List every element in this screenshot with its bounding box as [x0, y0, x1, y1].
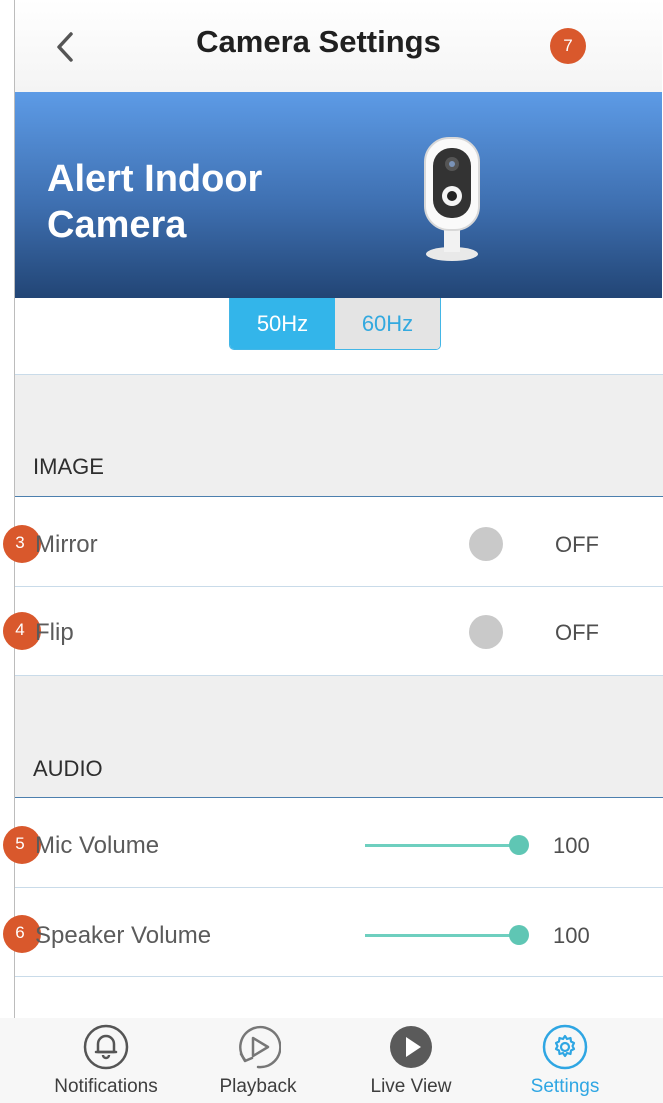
volume-value: 100 [553, 923, 590, 948]
speaker-volume-slider[interactable] [365, 934, 519, 937]
camera-banner: Alert Indoor Camera [14, 92, 662, 298]
camera-name: Alert Indoor Camera [47, 158, 263, 246]
tab-label: Notifications [54, 1076, 158, 1097]
volume-value: 100 [553, 833, 590, 858]
divider [15, 976, 663, 977]
tab-live-view[interactable]: Live View [358, 1018, 464, 1103]
tab-settings[interactable]: Settings [515, 1018, 615, 1103]
setting-label: Speaker Volume [35, 922, 212, 949]
tab-notifications[interactable]: Notifications [46, 1018, 166, 1103]
audio-section-header [15, 676, 663, 797]
divider [15, 586, 663, 587]
frequency-option-50hz[interactable]: 50Hz [230, 298, 335, 349]
flip-toggle[interactable] [469, 615, 503, 649]
callout-badge-number: 4 [15, 620, 25, 639]
mirror-toggle[interactable] [469, 527, 503, 561]
mic-volume-slider-thumb[interactable] [509, 835, 529, 855]
callout-badge: 7 [550, 28, 586, 64]
callout-badge-number: 3 [15, 533, 25, 552]
setting-label: Flip [35, 619, 74, 646]
image-section-header [15, 375, 663, 496]
section-label-audio: AUDIO [33, 756, 103, 781]
frequency-option-60hz[interactable]: 60Hz [335, 298, 440, 349]
camera-image [424, 137, 480, 261]
speaker-volume-slider-thumb[interactable] [509, 925, 529, 945]
settings-content: 50Hz 60Hz IMAGE 3 Mirror OFF 4 Flip OFF … [3, 298, 663, 1018]
divider [15, 887, 663, 888]
mic-volume-slider[interactable] [365, 844, 519, 847]
tab-label: Settings [530, 1076, 600, 1097]
frequency-segmented-control[interactable]: 50Hz 60Hz [229, 298, 441, 350]
play-circle-icon [390, 1026, 432, 1068]
divider [15, 496, 663, 497]
tab-playback[interactable]: Playback [208, 1018, 308, 1103]
bottom-tab-bar: Notifications Playback Live View Setting… [0, 1018, 663, 1103]
section-label-image: IMAGE [33, 454, 104, 479]
gear-icon [542, 1024, 588, 1070]
top-bar: Camera Settings 7 [14, 0, 662, 92]
setting-label: Mic Volume [35, 832, 160, 859]
bell-icon [83, 1024, 129, 1070]
toggle-state: OFF [555, 532, 599, 557]
divider [15, 797, 663, 798]
tab-label: Playback [219, 1076, 297, 1097]
playback-icon [239, 1025, 281, 1069]
setting-label: Mirror [35, 531, 98, 558]
callout-badge-number: 5 [15, 834, 25, 853]
toggle-state: OFF [555, 620, 599, 645]
tab-label: Live View [370, 1076, 452, 1097]
callout-badge-number: 6 [15, 923, 25, 942]
